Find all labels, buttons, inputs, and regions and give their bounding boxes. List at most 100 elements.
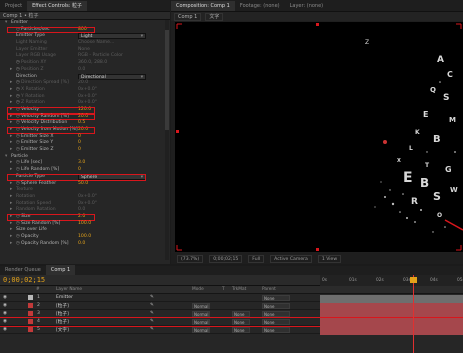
fx-row[interactable]: ▸ ◷Direction Spread [%] 20.0 (0, 80, 170, 87)
tab-project[interactable]: Project (0, 1, 27, 11)
left-tabbar: Project Effect Controls: 粒子 (0, 0, 170, 12)
tab-composition[interactable]: Composition: Comp 1 (171, 1, 235, 11)
fx-row[interactable]: ▸ ◷Velocity from Motion [%] 20.0 (0, 127, 170, 134)
composition-viewer[interactable]: Z AC QS EM BK EB RS GW TO XL (175, 22, 463, 252)
blend-mode-dropdown[interactable]: Normal (192, 311, 210, 317)
parent-dropdown[interactable]: None (262, 303, 290, 309)
fx-value[interactable]: 100.0 (78, 234, 91, 241)
tab-effect-controls[interactable]: Effect Controls: 粒子 (27, 1, 88, 11)
layer-duration-bar[interactable] (320, 327, 463, 335)
layer-number: 1 (37, 295, 40, 300)
fx-value[interactable]: 0 (78, 167, 81, 174)
fx-row[interactable]: ▸ ◷Emitter Size Z 0 (0, 147, 170, 154)
current-time-indicator[interactable] (413, 275, 414, 353)
visibility-eye-icon[interactable]: ◉ (3, 303, 7, 308)
visibility-eye-icon[interactable]: ◉ (3, 311, 7, 316)
fx-row[interactable]: ▸ Random Rotation 0.0 (0, 207, 170, 214)
particle-render: Z AC QS EM BK EB RS GW TO XL (176, 23, 463, 251)
fx-value[interactable]: 0 (78, 147, 81, 154)
track-matte-dropdown[interactable]: None (232, 311, 250, 317)
blend-mode-dropdown[interactable]: Normal (192, 303, 210, 309)
fx-row[interactable]: ▸ ◷Opacity 100.0 (0, 234, 170, 241)
layer-label-color[interactable] (28, 311, 33, 316)
fx-row[interactable]: ▸ ◷Velocity 120.0 (0, 106, 170, 114)
zoom-dropdown[interactable]: (73.7%) (177, 254, 204, 263)
layer-name[interactable]: [粒子] (56, 311, 69, 317)
parent-dropdown[interactable]: None (262, 311, 290, 317)
layer-name[interactable]: Emitter (56, 295, 73, 300)
fx-switch-icon[interactable]: ✎ (150, 295, 154, 300)
timeline-layer-row[interactable]: ◉ 3 [粒子] ✎ Normal None None (0, 310, 463, 319)
fx-row[interactable]: ▸ ◷Velocity Distribution 0.5 (0, 120, 170, 127)
track-matte-dropdown[interactable]: None (232, 327, 250, 333)
fx-value[interactable]: 100.0 (78, 221, 91, 228)
timeline-layer-row[interactable]: ◉ 1 Emitter ✎ None (0, 294, 463, 303)
layer-label-color[interactable] (28, 303, 33, 308)
fx-row[interactable]: ▸ ◷Position Z 0.0 (0, 67, 170, 74)
current-time-display[interactable]: 0;00;02;15 (209, 254, 243, 263)
camera-dropdown[interactable]: Active Camera (270, 254, 312, 263)
fx-value[interactable]: 0.0 (78, 241, 85, 248)
resolution-dropdown[interactable]: Full (248, 254, 265, 263)
visibility-eye-icon[interactable]: ◉ (3, 319, 7, 324)
timeline-layer-row[interactable]: ◉ 4 [粒子] ✎ Normal None None (0, 317, 463, 327)
fx-row[interactable]: Light Naming Choose Name... (0, 40, 170, 47)
fx-scroll-thumb[interactable] (165, 30, 169, 130)
comp-subtab-text[interactable]: 文字 (205, 12, 224, 21)
fx-switch-icon[interactable]: ✎ (150, 311, 154, 316)
timeline-layer-row[interactable]: ◉ 2 [粒子] ✎ Normal None (0, 302, 463, 311)
visibility-eye-icon[interactable]: ◉ (3, 327, 7, 332)
time-ruler[interactable]: 0s01s02s03s04s05s (320, 275, 463, 286)
timeline-tabbar: Render Queue Comp 1 (0, 265, 463, 275)
blend-mode-dropdown[interactable]: Normal (192, 327, 210, 333)
parent-dropdown[interactable]: None (262, 327, 290, 333)
fx-row[interactable]: ▸ Texture (0, 187, 170, 194)
tab-footage[interactable]: Footage: (none) (235, 1, 285, 11)
layer-name[interactable]: [文字] (56, 327, 69, 333)
svg-text:E: E (403, 170, 413, 186)
fx-row[interactable]: ◷Position XY 360.0, 288.0 (0, 60, 170, 67)
fx-switch-icon[interactable]: ✎ (150, 303, 154, 308)
fx-row[interactable]: Particle Type Sphere (0, 173, 170, 181)
comp-subtab-comp1[interactable]: Comp 1 (174, 12, 202, 21)
tab-layer[interactable]: Layer: (none) (285, 1, 329, 11)
fx-row[interactable]: ▸ ◷Size 2.0 (0, 213, 170, 221)
fx-value[interactable]: 50.0 (78, 181, 88, 188)
tab-render-queue[interactable]: Render Queue (0, 265, 46, 275)
layer-label-color[interactable] (28, 327, 33, 332)
fx-switch-icon[interactable]: ✎ (150, 319, 154, 324)
fx-row[interactable]: ▸ ◷Opacity Random [%] 0.0 (0, 241, 170, 248)
fx-row[interactable]: ▾ Emitter (0, 20, 170, 27)
blend-mode-dropdown[interactable]: Normal (192, 319, 210, 325)
svg-text:G: G (445, 165, 452, 174)
parent-dropdown[interactable]: None (262, 319, 290, 325)
layer-name[interactable]: [粒子] (56, 303, 69, 309)
current-time-indicator-handle[interactable] (410, 277, 417, 283)
fx-row[interactable]: ▸ ◷X Rotation 0x+0.0° (0, 87, 170, 94)
fx-row[interactable]: ▸ Size over Life (0, 227, 170, 234)
timeline-layer-row[interactable]: ◉ 5 [文字] ✎ Normal None None (0, 326, 463, 335)
svg-text:B: B (420, 176, 429, 190)
svg-text:X: X (397, 158, 401, 164)
tab-comp1-timeline[interactable]: Comp 1 (45, 265, 76, 275)
col-trkmat: TrkMat (232, 287, 247, 292)
track-matte-dropdown[interactable]: None (232, 319, 250, 325)
fx-row[interactable]: ▸ Rotation 0x+0.0° (0, 194, 170, 201)
visibility-eye-icon[interactable]: ◉ (3, 295, 7, 300)
fx-row-label: ▸ ◷Opacity Random [%] (10, 241, 69, 248)
fx-label-text: Opacity Random [%] (21, 240, 69, 246)
fx-dropdown[interactable]: Light (78, 33, 146, 40)
layer-label-color[interactable] (28, 319, 33, 324)
fx-dropdown[interactable]: Directional (78, 73, 146, 80)
svg-text:K: K (415, 129, 420, 136)
layer-name[interactable]: [粒子] (56, 319, 69, 325)
parent-dropdown[interactable]: None (262, 295, 290, 301)
fx-row[interactable]: ▸ ◷Life Random [%] 0 (0, 167, 170, 174)
fx-switch-icon[interactable]: ✎ (150, 327, 154, 332)
fx-value[interactable]: 0.5 (78, 120, 85, 127)
timeline-timecode[interactable]: 0;00;02;15 (3, 276, 45, 284)
fx-scrollbar[interactable] (165, 20, 169, 260)
fx-row[interactable]: ▸ ◷Z Rotation 0x+0.0° (0, 100, 170, 107)
view-layout-dropdown[interactable]: 1 View (317, 254, 342, 263)
layer-label-color[interactable] (28, 295, 33, 300)
